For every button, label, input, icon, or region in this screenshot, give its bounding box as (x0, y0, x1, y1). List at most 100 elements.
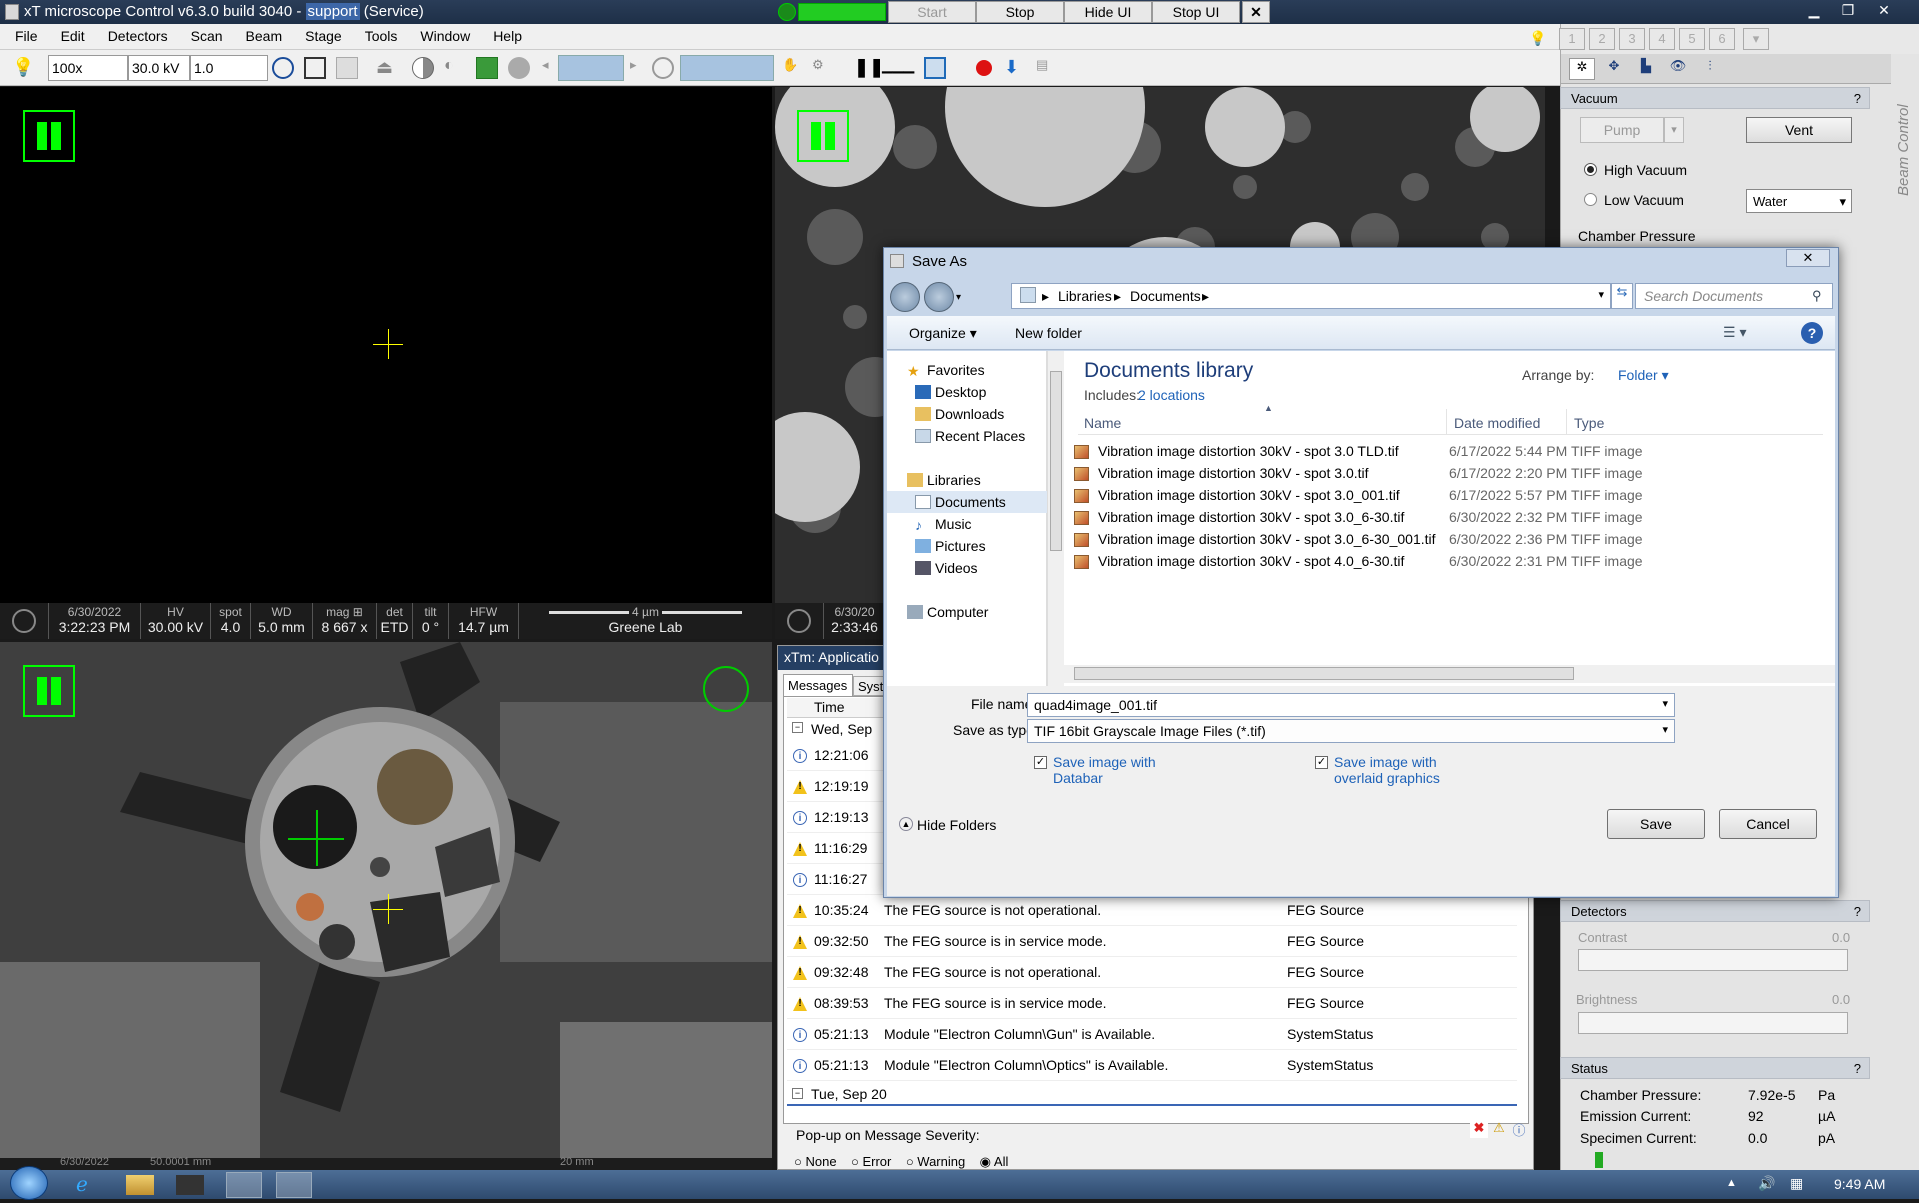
cancel-button[interactable]: Cancel (1719, 809, 1817, 839)
grab-icon[interactable]: ✋ (782, 57, 804, 79)
minimize-icon[interactable]: ▁ (1800, 0, 1828, 20)
camera-icon[interactable]: ⚙ (812, 57, 834, 79)
save-as-type-select[interactable]: TIF 16bit Grayscale Image Files (*.tif) ▾ (1027, 719, 1675, 743)
processing-tab-icon[interactable]: ▙ (1633, 58, 1659, 80)
search-input[interactable]: Search Documents (1635, 283, 1833, 309)
tab-messages[interactable]: Messages (783, 674, 853, 696)
error-filter-icon[interactable]: ✖ (1470, 1120, 1488, 1138)
vent-button[interactable]: Vent (1746, 117, 1852, 143)
preset-1-button[interactable]: 1 (1559, 28, 1585, 50)
overlay-checkbox-label[interactable]: Save image with overlaid graphics (1334, 754, 1440, 786)
image-icon[interactable] (476, 57, 498, 79)
spot-size-field[interactable]: 1.0 (190, 55, 268, 81)
preset-3-button[interactable]: 3 (1619, 28, 1645, 50)
severity-warning[interactable]: ○ Warning (906, 1154, 965, 1169)
severity-none[interactable]: ○ None (794, 1154, 837, 1169)
menu-detectors[interactable]: Detectors (93, 24, 176, 44)
start-button[interactable]: Start (888, 1, 976, 23)
column-time[interactable]: Time (814, 699, 845, 715)
search-icon[interactable]: ⚲ (1812, 288, 1822, 304)
scan-slot-2[interactable] (680, 55, 774, 81)
hide-ui-button[interactable]: Hide UI (1064, 1, 1152, 23)
menu-scan[interactable]: Scan (176, 24, 231, 44)
vacuum-section-header[interactable]: Vacuum? (1560, 87, 1870, 109)
file-row[interactable]: Vibration image distortion 30kV - spot 3… (1074, 441, 1814, 463)
stage-icon[interactable]: ⏏ (376, 57, 398, 79)
overlay-checkbox[interactable]: ✓ (1315, 756, 1328, 769)
preset-5-button[interactable]: 5 (1679, 28, 1705, 50)
message-row[interactable]: ! 08:39:53 The FEG source is in service mo… (787, 988, 1517, 1019)
group-header-tue[interactable]: − Tue, Sep 20 (787, 1084, 1517, 1106)
gas-select[interactable]: Water ▾ (1746, 189, 1852, 213)
menu-file[interactable]: File (0, 24, 46, 44)
column-type[interactable]: Type (1574, 415, 1604, 431)
preset-6-button[interactable]: 6 (1709, 28, 1735, 50)
message-row[interactable]: ! 09:32:48 The FEG source is not operation… (787, 957, 1517, 988)
close-icon[interactable]: ✕ (1870, 0, 1898, 20)
message-row[interactable]: ! 09:32:50 The FEG source is in service mo… (787, 926, 1517, 957)
file-row[interactable]: Vibration image distortion 30kV - spot 3… (1074, 529, 1814, 551)
arrow-right-icon[interactable]: ▸ (630, 57, 652, 79)
hide-folders-icon[interactable]: ▲ (899, 817, 913, 831)
save-button[interactable]: Save (1607, 809, 1705, 839)
history-dropdown-icon[interactable]: ▾ (956, 292, 961, 303)
message-row[interactable]: i 05:21:13 Module "Electron Column\Optics"… (787, 1050, 1517, 1081)
maximize-icon[interactable]: ❐ (1834, 0, 1862, 20)
arrange-by-dropdown[interactable]: Folder ▾ (1618, 367, 1669, 384)
volume-icon[interactable]: 🔊 (1758, 1175, 1794, 1201)
record-icon[interactable] (976, 60, 992, 76)
quad-view-3[interactable] (0, 642, 772, 1170)
status-section-header[interactable]: Status? (1560, 1057, 1870, 1079)
preset-2-button[interactable]: 2 (1589, 28, 1615, 50)
magnification-field[interactable]: 100x (48, 55, 128, 81)
scan-lines-icon[interactable]: ▁▁▁ (882, 57, 914, 79)
includes-link[interactable]: 2 locations (1138, 387, 1205, 403)
menu-edit[interactable]: Edit (46, 24, 93, 44)
column-name[interactable]: Name (1084, 415, 1121, 431)
forward-arrow-icon[interactable] (924, 282, 954, 312)
nav-videos[interactable]: Videos (887, 557, 1047, 579)
hide-folders-button[interactable]: Hide Folders (917, 817, 996, 833)
quad-grid-icon[interactable] (304, 57, 326, 79)
network-icon[interactable]: ▦ (1790, 1175, 1826, 1201)
pause-icon[interactable]: ❚❚ (854, 57, 884, 79)
databar-checkbox-label[interactable]: Save image with Databar (1053, 754, 1156, 786)
severity-all[interactable]: ◉ All (980, 1154, 1009, 1169)
nav-documents[interactable]: Documents (887, 491, 1047, 513)
brightness-icon[interactable]: ◐ (444, 57, 466, 79)
stop-ui-button[interactable]: Stop UI (1152, 1, 1240, 23)
reduced-area-icon[interactable] (924, 57, 946, 79)
dialog-close-icon[interactable]: ✕ (1786, 249, 1830, 267)
pause-icon[interactable] (797, 110, 849, 162)
databar-checkbox[interactable]: ✓ (1034, 756, 1047, 769)
scan-slot-1[interactable] (558, 55, 624, 81)
low-vacuum-radio[interactable] (1584, 193, 1597, 206)
nav-libraries[interactable]: Libraries (887, 469, 1047, 491)
file-row[interactable]: Vibration image distortion 30kV - spot 3… (1074, 463, 1814, 485)
download-icon[interactable]: ⬇ (1004, 57, 1026, 79)
high-vacuum-radio[interactable] (1584, 163, 1597, 176)
horizontal-scrollbar[interactable] (1064, 665, 1835, 683)
pause-icon[interactable] (23, 665, 75, 717)
column-date-modified[interactable]: Date modified (1454, 415, 1540, 431)
crosshair-target-icon[interactable] (272, 57, 294, 79)
xt-microscope-task[interactable] (226, 1172, 262, 1198)
menu-help[interactable]: Help (478, 24, 530, 44)
preset-4-button[interactable]: 4 (1649, 28, 1675, 50)
warning-filter-icon[interactable]: ⚠ (1490, 1120, 1508, 1138)
severity-error[interactable]: ○ Error (851, 1154, 891, 1169)
info-filter-icon[interactable]: ⓘ (1510, 1120, 1528, 1138)
contrast-slider[interactable] (1578, 949, 1848, 971)
pump-dropdown-icon[interactable]: ▾ (1664, 117, 1684, 143)
ie-icon[interactable]: ℯ (76, 1172, 112, 1198)
high-voltage-field[interactable]: 30.0 kV (128, 55, 190, 81)
beam-tab-icon[interactable]: ✲ (1569, 58, 1595, 80)
nav-computer[interactable]: Computer (887, 601, 1047, 623)
nav-recent-places[interactable]: Recent Places (887, 425, 1047, 447)
address-bar[interactable]: ▸ Libraries ▸ Documents ▸ ▾ (1011, 283, 1611, 309)
refresh-icon[interactable]: ⇆ (1611, 283, 1633, 309)
brightness-slider[interactable] (1578, 1012, 1848, 1034)
menu-tools[interactable]: Tools (350, 24, 406, 44)
settings-tab-icon[interactable]: ⫶ (1697, 58, 1723, 80)
contrast-icon[interactable] (412, 57, 434, 79)
